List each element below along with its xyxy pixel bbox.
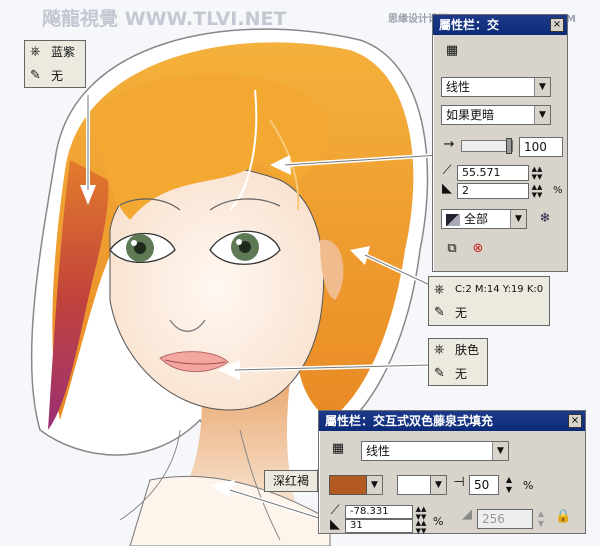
outline-label: 无	[455, 367, 468, 381]
percent-label: %	[523, 479, 534, 492]
fill-color-label: C:2 M:14 Y:19 K:0	[455, 284, 544, 295]
fill-bucket-icon: ⎈	[30, 44, 41, 59]
steps-icon: ◢	[462, 507, 472, 522]
chevron-down-icon[interactable]: ▼	[534, 106, 550, 124]
angle-icon: ⟋	[442, 163, 452, 178]
property-bar-title: 屬性栏：交	[433, 15, 567, 35]
edge-pad-input[interactable]: 31	[345, 519, 413, 533]
fill-color-label: 蓝紫	[51, 45, 76, 59]
start-color-dropdown[interactable]: ▼	[367, 475, 383, 495]
outline-row: ✎ 无	[429, 302, 549, 324]
pen-icon: ✎	[434, 305, 445, 320]
angle-spinner[interactable]: ▲▲ ▼▼	[531, 165, 543, 181]
apply-to-select[interactable]: 全部 ▼	[441, 209, 527, 229]
start-color-name: 深红褐	[264, 470, 318, 492]
outline-label: 无	[455, 306, 468, 320]
fill-type-select[interactable]: 线性 ▼	[361, 441, 509, 461]
callout-ear-color: ⎈ C:2 M:14 Y:19 K:0 ✎ 无	[428, 276, 550, 326]
close-button[interactable]: ×	[550, 18, 564, 32]
slider-thumb[interactable]	[506, 138, 512, 154]
chevron-down-icon[interactable]: ▼	[534, 78, 550, 96]
steps-input[interactable]: 256	[477, 509, 533, 529]
freeze-icon[interactable]: ❄	[537, 211, 553, 227]
opacity-input[interactable]: 100	[519, 137, 563, 157]
callout-hair-color: ⎈ 蓝紫 ✎ 无	[24, 40, 86, 88]
clear-transparency-icon[interactable]: ⊗	[469, 241, 487, 257]
percent-label: %	[553, 185, 563, 196]
canvas: 飚龍視覺 WWW.TLVI.NET 思缘设计论坛 WWW.MISSYUAN.CO…	[0, 0, 600, 546]
chevron-down-icon[interactable]: ▼	[367, 476, 382, 494]
outline-label: 无	[51, 69, 64, 83]
outline-row: ✎ 无	[25, 65, 85, 87]
angle-input[interactable]: 55.571	[457, 165, 529, 181]
midpoint-input[interactable]: 50	[469, 475, 499, 495]
opacity-slider[interactable]	[461, 138, 513, 154]
pen-icon: ✎	[434, 366, 445, 381]
fill-bucket-icon: ⎈	[434, 342, 445, 357]
callout-lips-color: ⎈ 肤色 ✎ 无	[428, 338, 488, 386]
fill-row: ⎈ 蓝紫	[25, 41, 85, 63]
end-color-swatch[interactable]	[397, 475, 431, 495]
fill-row: ⎈ 肤色	[429, 339, 487, 361]
chevron-down-icon[interactable]: ▼	[431, 476, 446, 494]
interactive-fill-icon[interactable]: ▦	[443, 43, 461, 61]
blend-mode-select[interactable]: 如果更暗 ▼	[441, 105, 551, 125]
outline-row: ✎ 无	[429, 363, 487, 385]
fill-type-select[interactable]: 线性 ▼	[441, 77, 551, 97]
property-bar-right: 屬性栏：交 × ▦ 线性 ▼ 如果更暗 ▼ → 100 ⟋ 55.571 ▲▲ ▼▼ …	[432, 14, 568, 272]
edge-pad-input[interactable]: 2	[457, 183, 529, 199]
chevron-down-icon[interactable]: ▼	[510, 210, 526, 228]
fill-row: ⎈ C:2 M:14 Y:19 K:0	[429, 279, 549, 301]
edge-pad-icon: ◣	[442, 181, 452, 196]
fill-color-label: 肤色	[455, 343, 480, 357]
chevron-down-icon[interactable]: ▼	[492, 442, 508, 460]
gradient-swatch-icon	[446, 213, 460, 226]
pen-icon: ✎	[30, 68, 41, 83]
lock-icon[interactable]: 🔒	[555, 509, 571, 525]
fill-bucket-icon: ⎈	[434, 282, 445, 297]
midpoint-icon: ⊣	[453, 475, 465, 490]
end-color-dropdown[interactable]: ▼	[431, 475, 447, 495]
edge-spinner[interactable]: ▲▲ ▼▼	[531, 183, 543, 199]
close-button[interactable]: ×	[568, 414, 582, 428]
copy-properties-icon[interactable]: ⧉	[443, 241, 461, 257]
angle-input[interactable]: -78.331	[345, 505, 413, 519]
interactive-fill-icon[interactable]: ▦	[329, 441, 347, 457]
percent-label-2: %	[433, 515, 444, 528]
transparency-icon: →	[443, 137, 455, 152]
watermark-left: 飚龍視覺 WWW.TLVI.NET	[42, 8, 287, 30]
property-bar-title: 屬性栏：交互式双色藤泉式填充	[319, 411, 585, 431]
edge-spinner[interactable]: ▲▲ ▼▼	[415, 519, 427, 535]
start-color-swatch[interactable]	[329, 475, 367, 495]
steps-spinner[interactable]: ▲ ▼	[535, 509, 547, 529]
edge-pad-icon: ◣	[330, 517, 340, 532]
property-bar-bottom: 屬性栏：交互式双色藤泉式填充 × ▦ 线性 ▼ ▼ ▼ ⊣ 50 ▲ ▼ % ⟋ -…	[318, 410, 586, 535]
midpoint-spinner[interactable]: ▲ ▼	[503, 475, 515, 495]
